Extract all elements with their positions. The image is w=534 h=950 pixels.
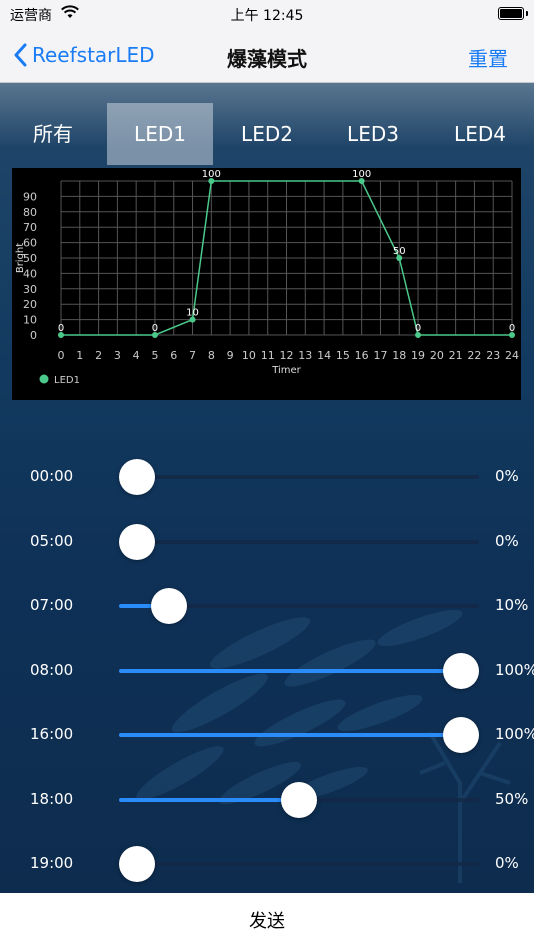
x-tick-label: 17: [373, 349, 387, 362]
row-percent: 100%: [495, 725, 534, 743]
x-tick-label: 6: [170, 349, 177, 362]
x-tick-label: 0: [58, 349, 65, 362]
x-tick-label: 1: [76, 349, 83, 362]
row-time: 00:00: [30, 467, 74, 485]
data-label: 0: [415, 323, 421, 334]
brightness-slider[interactable]: [119, 459, 479, 495]
y-tick-label: 0: [30, 329, 37, 342]
row-time: 08:00: [30, 661, 74, 679]
tab-led2[interactable]: LED2: [214, 103, 320, 165]
schedule-row: 16:00 100%: [0, 715, 534, 755]
x-tick-label: 14: [317, 349, 331, 362]
legend-marker: [39, 374, 49, 384]
led-tab-bar: 所有 LED1 LED2 LED3 LED4: [0, 103, 534, 165]
row-percent: 50%: [495, 790, 529, 808]
chart-svg: 0 1 2 3 4 5 6 7 8 9 10 11 12 13 14 15 16 17 18 19 20 21 22 23 24…: [15, 169, 519, 386]
slider-thumb[interactable]: [443, 653, 479, 689]
reset-button[interactable]: 重置: [468, 43, 508, 72]
row-time: 19:00: [30, 854, 74, 872]
x-tick-label: 23: [486, 349, 500, 362]
slider-thumb[interactable]: [119, 846, 155, 882]
row-percent: 0%: [495, 854, 519, 872]
clock: 上午 12:45: [230, 8, 304, 24]
x-tick-label: 3: [114, 349, 121, 362]
x-tick-label: 18: [392, 349, 406, 362]
x-tick-label: 19: [411, 349, 425, 362]
row-percent: 0%: [495, 532, 519, 550]
send-button[interactable]: 发送: [0, 893, 534, 950]
data-label: 100: [352, 169, 371, 180]
x-tick-label: 5: [151, 349, 158, 362]
schedule-row: 08:00 100%: [0, 651, 534, 691]
slider-fill: [119, 669, 461, 673]
row-time: 16:00: [30, 725, 74, 743]
data-label: 0: [58, 323, 64, 334]
tab-all[interactable]: 所有: [0, 103, 106, 165]
row-percent: 10%: [495, 596, 529, 614]
schedule-row: 07:00 10%: [0, 586, 534, 626]
data-label: 50: [393, 246, 406, 257]
y-axis-label: Bright: [15, 243, 26, 273]
schedule-row: 00:00 0%: [0, 457, 534, 497]
x-tick-label: 9: [227, 349, 234, 362]
x-tick-label: 12: [280, 349, 294, 362]
data-label: 0: [509, 323, 515, 334]
brightness-slider[interactable]: [119, 846, 479, 882]
data-label: 100: [202, 169, 221, 180]
row-percent: 100%: [495, 661, 534, 679]
row-percent: 0%: [495, 467, 519, 485]
y-tick-label: 70: [23, 221, 37, 234]
x-tick-label: 22: [467, 349, 481, 362]
brightness-chart: 0 1 2 3 4 5 6 7 8 9 10 11 12 13 14 15 16 17 18 19 20 21 22 23 24…: [12, 168, 521, 400]
data-label: 0: [152, 323, 158, 334]
brightness-slider[interactable]: [119, 653, 479, 689]
y-tick-label: 20: [23, 298, 37, 311]
row-time: 05:00: [30, 532, 74, 550]
slider-thumb[interactable]: [281, 782, 317, 818]
legend-label: LED1: [54, 375, 80, 386]
brightness-slider[interactable]: [119, 524, 479, 560]
schedule-row: 19:00 0%: [0, 844, 534, 884]
brightness-slider[interactable]: [119, 782, 479, 818]
slider-thumb[interactable]: [151, 588, 188, 624]
x-tick-label: 16: [355, 349, 369, 362]
x-tick-label: 10: [242, 349, 256, 362]
schedule-row: 18:00 50%: [0, 780, 534, 820]
tab-led4[interactable]: LED4: [427, 103, 533, 165]
schedule-row: 05:00 0%: [0, 522, 534, 562]
page-title: 爆藻模式: [227, 47, 307, 71]
brightness-slider[interactable]: [119, 717, 479, 753]
x-tick-label: 8: [208, 349, 215, 362]
x-axis-label: Timer: [271, 365, 301, 376]
x-tick-label: 4: [133, 349, 140, 362]
x-tick-label: 21: [449, 349, 463, 362]
slider-thumb[interactable]: [443, 717, 479, 753]
tab-led3[interactable]: LED3: [320, 103, 426, 165]
row-time: 18:00: [30, 790, 74, 808]
x-tick-label: 2: [95, 349, 102, 362]
x-tick-label: 13: [298, 349, 312, 362]
y-tick-label: 80: [23, 206, 37, 219]
y-tick-label: 90: [23, 190, 37, 203]
x-tick-label: 7: [189, 349, 196, 362]
slider-fill: [119, 798, 299, 802]
x-tick-label: 15: [336, 349, 350, 362]
x-tick-label: 24: [505, 349, 519, 362]
x-tick-label: 11: [261, 349, 275, 362]
tab-led1[interactable]: LED1: [107, 103, 213, 165]
status-bar: 运营商 上午 12:45: [0, 0, 534, 30]
slider-thumb[interactable]: [119, 459, 155, 495]
battery-icon: [498, 7, 528, 20]
slider-fill: [119, 733, 461, 737]
y-tick-label: 30: [23, 283, 37, 296]
y-tick-label: 10: [23, 314, 37, 327]
row-time: 07:00: [30, 596, 74, 614]
data-label: 10: [186, 308, 199, 319]
slider-thumb[interactable]: [119, 524, 155, 560]
brightness-slider[interactable]: [119, 588, 479, 624]
navigation-bar: ReefstarLED 爆藻模式 重置: [0, 30, 534, 83]
x-tick-label: 20: [430, 349, 444, 362]
